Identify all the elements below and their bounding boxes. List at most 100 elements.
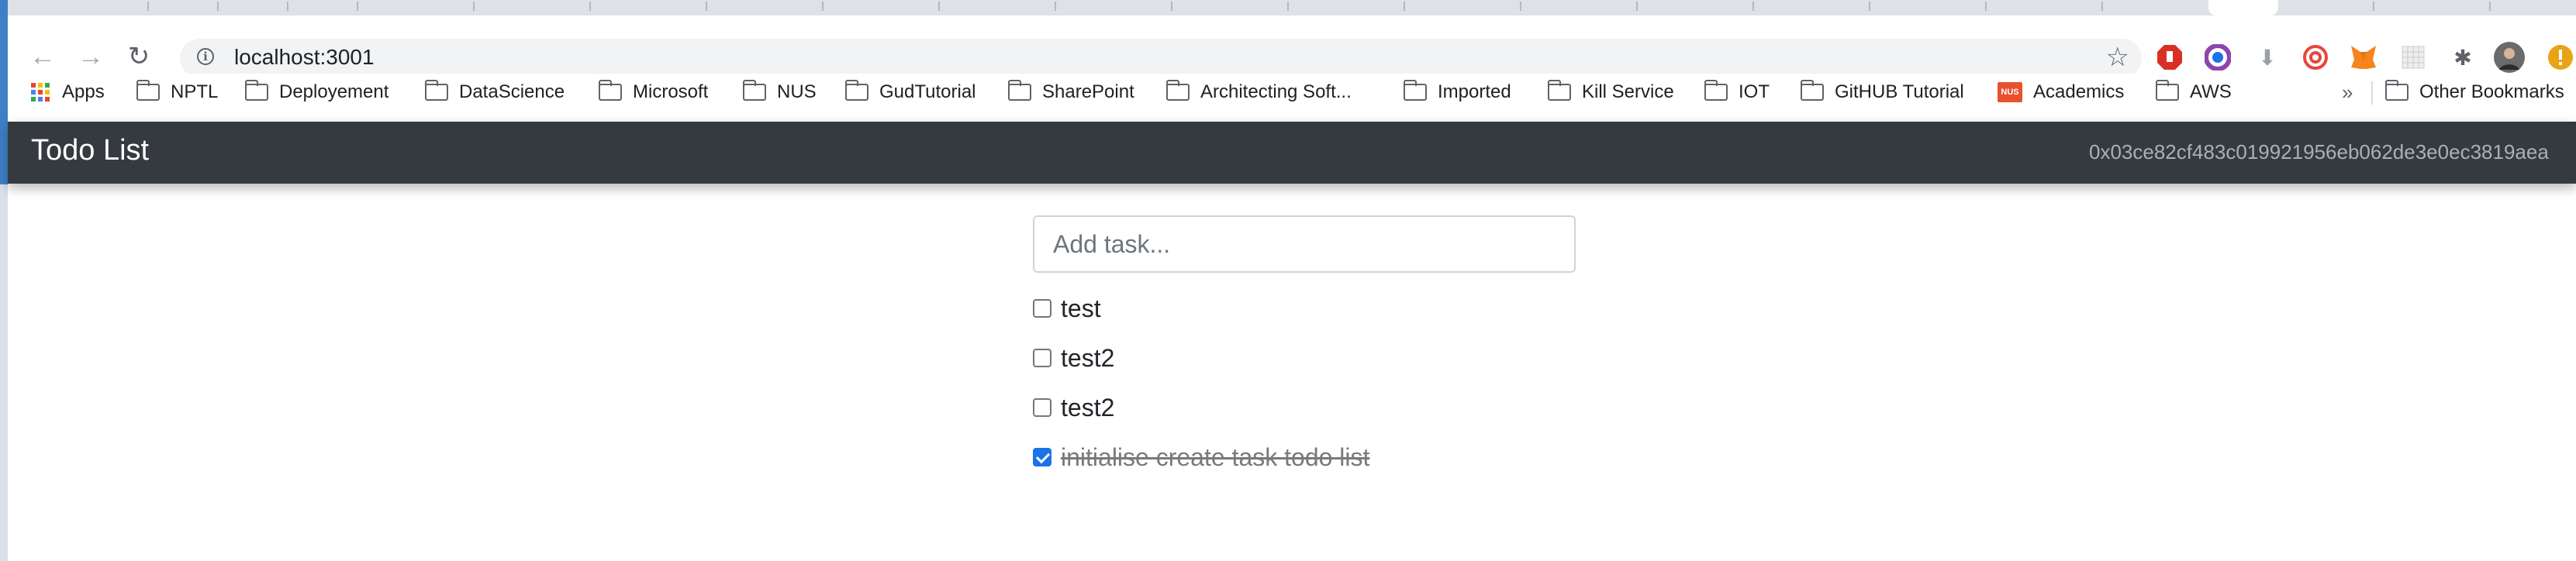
task-checkbox[interactable] [1033, 398, 1051, 417]
tab-divider [589, 2, 591, 11]
adblock-extension-icon[interactable] [2154, 42, 2185, 73]
apps-grid-icon [31, 83, 50, 102]
tab-divider [1752, 2, 1754, 11]
bookmark-nus[interactable]: NUS [742, 75, 817, 109]
folder-icon [1547, 80, 1571, 101]
forward-arrow-icon[interactable]: → [73, 39, 109, 74]
other-bookmarks[interactable]: Other Bookmarks [2384, 75, 2564, 109]
add-task-input[interactable] [1033, 215, 1576, 273]
bookmark-apps[interactable]: Apps [31, 75, 105, 109]
task-label: test2 [1061, 393, 1115, 422]
window-edge-lower [0, 184, 8, 561]
bookmark-label: Microsoft [633, 81, 709, 102]
task-item: test [1033, 290, 1101, 327]
bookmark-architecting-software[interactable]: Architecting Soft... [1165, 75, 1352, 109]
task-label: test2 [1061, 343, 1115, 372]
app-title[interactable]: Todo List [31, 134, 149, 167]
back-arrow-icon[interactable]: ← [25, 39, 60, 74]
spiral-extension-icon[interactable] [2300, 42, 2331, 73]
bookmarks-bar: Apps NPTL Deployement DataScience Micros… [8, 74, 2576, 120]
bookmark-label: Apps [62, 81, 105, 102]
bookmark-label: Architecting Soft... [1200, 81, 1352, 102]
tab-divider [2101, 2, 2103, 11]
active-tab[interactable] [2208, 0, 2278, 15]
tab-strip[interactable] [8, 0, 2576, 15]
bookmark-deployement[interactable]: Deployement [244, 75, 389, 109]
folder-icon [742, 80, 766, 101]
profile-avatar[interactable] [2494, 42, 2525, 73]
bookmark-aws[interactable]: AWS [2155, 75, 2232, 109]
bookmark-label: Imported [1438, 81, 1511, 102]
bookmark-iot[interactable]: IOT [1704, 75, 1770, 109]
tab-divider [1520, 2, 1521, 11]
reload-icon[interactable]: ↻ [121, 39, 157, 74]
address-bar[interactable]: i localhost:3001 ☆ [180, 39, 2142, 77]
bookmark-star-icon[interactable]: ☆ [2106, 42, 2129, 73]
app-navbar: Todo List 0x03ce82cf483c019921956eb062de… [8, 122, 2576, 184]
folder-icon [844, 80, 868, 101]
tab-divider [938, 2, 940, 11]
task-item: test2 [1033, 389, 1114, 426]
account-address: 0x03ce82cf483c019921956eb062de3e0ec3819a… [2089, 140, 2549, 163]
folder-icon [244, 80, 268, 101]
update-alert-icon[interactable] [2545, 42, 2576, 73]
site-info-icon[interactable]: i [197, 48, 214, 65]
bookmark-label: SharePoint [1042, 81, 1134, 102]
task-item: initialise create task todo list [1033, 439, 1369, 476]
tab-divider [2373, 2, 2374, 11]
folder-icon [1007, 80, 1031, 101]
bookmark-imported[interactable]: Imported [1403, 75, 1511, 109]
tab-divider [2489, 2, 2491, 11]
bookmark-label: Kill Service [1582, 81, 1674, 102]
folder-icon [2384, 80, 2409, 101]
bookmarks-overflow-chevron-icon[interactable]: » [2342, 75, 2353, 109]
tab-divider [1055, 2, 1056, 11]
folder-icon [598, 80, 622, 101]
bookmark-github-tutorial[interactable]: GitHUB Tutorial [1800, 75, 1964, 109]
metamask-fox-icon[interactable] [2348, 42, 2379, 73]
color-picker-extension-icon[interactable] [2202, 42, 2233, 73]
bookmark-label: NPTL [171, 81, 219, 102]
bookmark-kill-service[interactable]: Kill Service [1547, 75, 1674, 109]
bookmark-label: NUS [777, 81, 817, 102]
folder-icon [1403, 80, 1427, 101]
folder-icon [1165, 80, 1190, 101]
bookmark-nptl[interactable]: NPTL [136, 75, 218, 109]
grid-extension-icon[interactable] [2398, 42, 2429, 73]
folder-icon [136, 80, 160, 101]
other-bookmarks-label: Other Bookmarks [2419, 81, 2564, 102]
task-checkbox[interactable] [1033, 349, 1051, 367]
bookmark-label: IOT [1739, 81, 1770, 102]
bookmark-sharepoint[interactable]: SharePoint [1007, 75, 1134, 109]
bookmark-microsoft[interactable]: Microsoft [598, 75, 709, 109]
tab-divider [357, 2, 358, 11]
task-label: initialise create task todo list [1061, 442, 1370, 471]
puzzle-extensions-icon[interactable]: ✱ [2447, 42, 2478, 73]
task-checkbox-checked[interactable] [1033, 448, 1051, 466]
bookmark-datascience[interactable]: DataScience [424, 75, 565, 109]
folder-icon [2155, 80, 2179, 101]
folder-icon [424, 80, 448, 101]
tab-divider [217, 2, 219, 11]
bookmark-label: Deployement [279, 81, 389, 102]
bookmark-label: Academics [2033, 81, 2125, 102]
bookmark-label: GitHUB Tutorial [1835, 81, 1964, 102]
task-label: test [1061, 294, 1101, 322]
bookmark-academics[interactable]: NUS Academics [1998, 75, 2124, 109]
url-text[interactable]: localhost:3001 [234, 45, 375, 70]
tab-divider [147, 2, 149, 11]
tab-divider [706, 2, 707, 11]
tab-divider [1869, 2, 1870, 11]
tab-divider [1287, 2, 1289, 11]
bookmark-label: DataScience [459, 81, 565, 102]
bookmark-gudtutorial[interactable]: GudTutorial [844, 75, 976, 109]
task-checkbox[interactable] [1033, 299, 1051, 318]
tab-divider [1171, 2, 1172, 11]
download-extension-icon[interactable]: ⬇ [2252, 42, 2283, 73]
tab-divider [473, 2, 475, 11]
tab-divider [1404, 2, 1405, 11]
tab-divider [1985, 2, 1987, 11]
tab-divider [287, 2, 288, 11]
task-item: test2 [1033, 339, 1114, 377]
folder-icon [1800, 80, 1824, 101]
